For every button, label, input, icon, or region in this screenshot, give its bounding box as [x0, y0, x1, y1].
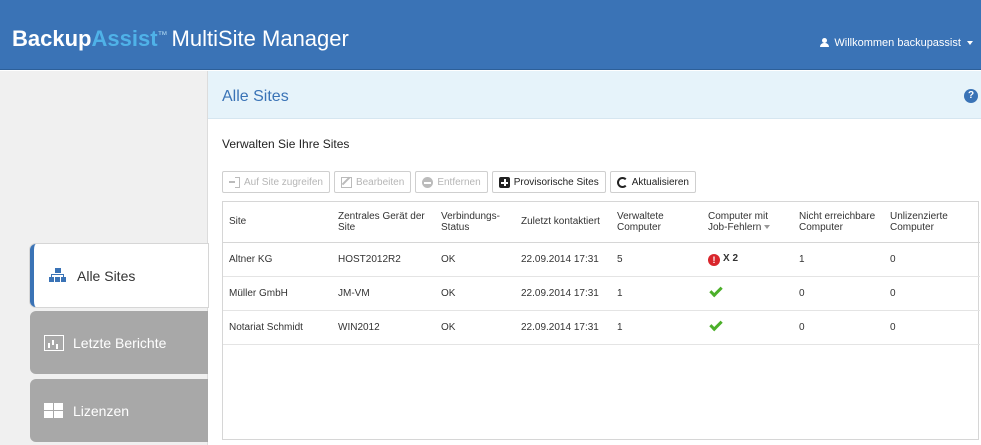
remove-button[interactable]: Entfernen — [415, 171, 488, 193]
column-header-job-errors-label: Computer mit Job-Fehlern — [708, 210, 769, 233]
cell-status: OK — [435, 310, 515, 345]
table-header-row: Site Zentrales Gerät der Site Verbindung… — [223, 202, 980, 243]
cell-unreachable: 0 — [793, 276, 884, 311]
refresh-icon — [616, 176, 628, 188]
sign-in-icon — [229, 176, 240, 188]
cell-managed: 5 — [611, 242, 702, 277]
user-icon — [820, 38, 830, 47]
job-error-count: X 2 — [723, 252, 739, 264]
column-header-unlicensed[interactable]: Unlizenzierte Computer — [884, 202, 980, 243]
cell-site: Notariat Schmidt — [223, 310, 332, 345]
cell-site: Müller GmbH — [223, 276, 332, 311]
column-header-site[interactable]: Site — [223, 202, 332, 243]
brand-assist-text: Assist — [91, 26, 158, 51]
sidebar-item-lizenzen[interactable]: Lizenzen — [30, 379, 208, 442]
cell-device: JM-VM — [332, 276, 435, 311]
cell-unlicensed: 0 — [884, 242, 980, 277]
section-title: Verwalten Sie Ihre Sites — [222, 137, 350, 151]
cell-unlicensed: 0 — [884, 276, 980, 311]
cell-managed: 1 — [611, 276, 702, 311]
column-header-contacted[interactable]: Zuletzt kontaktiert — [515, 202, 611, 243]
cell-unlicensed: 0 — [884, 310, 980, 345]
cell-status: OK — [435, 276, 515, 311]
provisional-sites-button[interactable]: Provisorische Sites — [491, 171, 606, 193]
edit-button[interactable]: Bearbeiten — [333, 171, 412, 193]
column-header-device[interactable]: Zentrales Gerät der Site — [332, 202, 435, 243]
app-logo: BackupAssist™ MultiSite Manager — [12, 26, 349, 52]
help-icon[interactable]: ? — [964, 89, 978, 103]
error-icon: ! — [708, 253, 720, 266]
minus-circle-icon — [422, 176, 434, 188]
column-header-managed[interactable]: Verwaltete Computer — [611, 202, 702, 243]
cell-contacted: 22.09.2014 17:31 — [515, 242, 611, 277]
cell-job-errors — [702, 276, 793, 311]
welcome-text: Willkommen backupassist — [834, 37, 961, 49]
edit-label: Bearbeiten — [355, 176, 405, 188]
cell-status: OK — [435, 242, 515, 277]
brand-product-text: MultiSite Manager — [171, 26, 349, 51]
sidebar-item-label: Alle Sites — [77, 267, 136, 284]
brand-trademark: ™ — [157, 29, 168, 41]
caret-down-icon — [967, 41, 973, 45]
sites-table: Site Zentrales Gerät der Site Verbindung… — [222, 201, 980, 440]
page-title: Alle Sites — [222, 88, 289, 105]
cell-site: Altner KG — [223, 242, 332, 277]
edit-icon — [340, 176, 352, 188]
sidebar-item-label: Letzte Berichte — [73, 334, 167, 351]
cell-job-errors — [702, 310, 793, 345]
provisional-sites-label: Provisorische Sites — [513, 176, 599, 188]
page-title-bar: Alle Sites ? — [208, 71, 981, 119]
toolbar: Auf Site zugreifen Bearbeiten Entfernen … — [222, 171, 696, 193]
user-menu[interactable]: Willkommen backupassist — [820, 37, 973, 49]
table-row[interactable]: Notariat Schmidt WIN2012 OK 22.09.2014 1… — [223, 310, 980, 345]
sort-down-icon — [764, 224, 771, 229]
sidebar-item-label: Lizenzen — [73, 402, 130, 419]
cell-unreachable: 1 — [793, 242, 884, 277]
cell-contacted: 22.09.2014 17:31 — [515, 276, 611, 311]
plus-square-icon — [498, 176, 510, 188]
cell-managed: 1 — [611, 310, 702, 345]
sidebar: Alle Sites Letzte Berichte Lizenzen — [0, 71, 208, 445]
column-header-unreachable[interactable]: Nicht erreichbare Computer — [793, 202, 884, 243]
refresh-button[interactable]: Aktualisieren — [609, 171, 696, 193]
table-row[interactable]: Müller GmbH JM-VM OK 22.09.2014 17:31 1 … — [223, 276, 980, 311]
grid-icon — [44, 402, 64, 419]
check-icon — [709, 283, 723, 298]
sitemap-icon — [48, 267, 68, 284]
cell-job-errors: ! X 2 — [702, 242, 793, 277]
app-header: BackupAssist™ MultiSite Manager Willkomme… — [0, 0, 981, 70]
column-header-job-errors[interactable]: Computer mit Job-Fehlern — [702, 202, 793, 243]
access-site-button[interactable]: Auf Site zugreifen — [222, 171, 330, 193]
remove-label: Entfernen — [437, 176, 481, 188]
refresh-label: Aktualisieren — [631, 176, 689, 188]
sidebar-item-letzte-berichte[interactable]: Letzte Berichte — [30, 311, 208, 374]
brand-backup-text: Backup — [12, 26, 92, 51]
sidebar-item-alle-sites[interactable]: Alle Sites — [30, 244, 208, 307]
access-site-label: Auf Site zugreifen — [244, 176, 323, 188]
cell-device: WIN2012 — [332, 310, 435, 345]
cell-device: HOST2012R2 — [332, 242, 435, 277]
cell-unreachable: 0 — [793, 310, 884, 345]
cell-contacted: 22.09.2014 17:31 — [515, 310, 611, 345]
bar-chart-icon — [44, 334, 64, 351]
check-icon — [709, 317, 723, 332]
table-row[interactable]: Altner KG HOST2012R2 OK 22.09.2014 17:31… — [223, 242, 980, 277]
column-header-status[interactable]: Verbindungs-Status — [435, 202, 515, 243]
